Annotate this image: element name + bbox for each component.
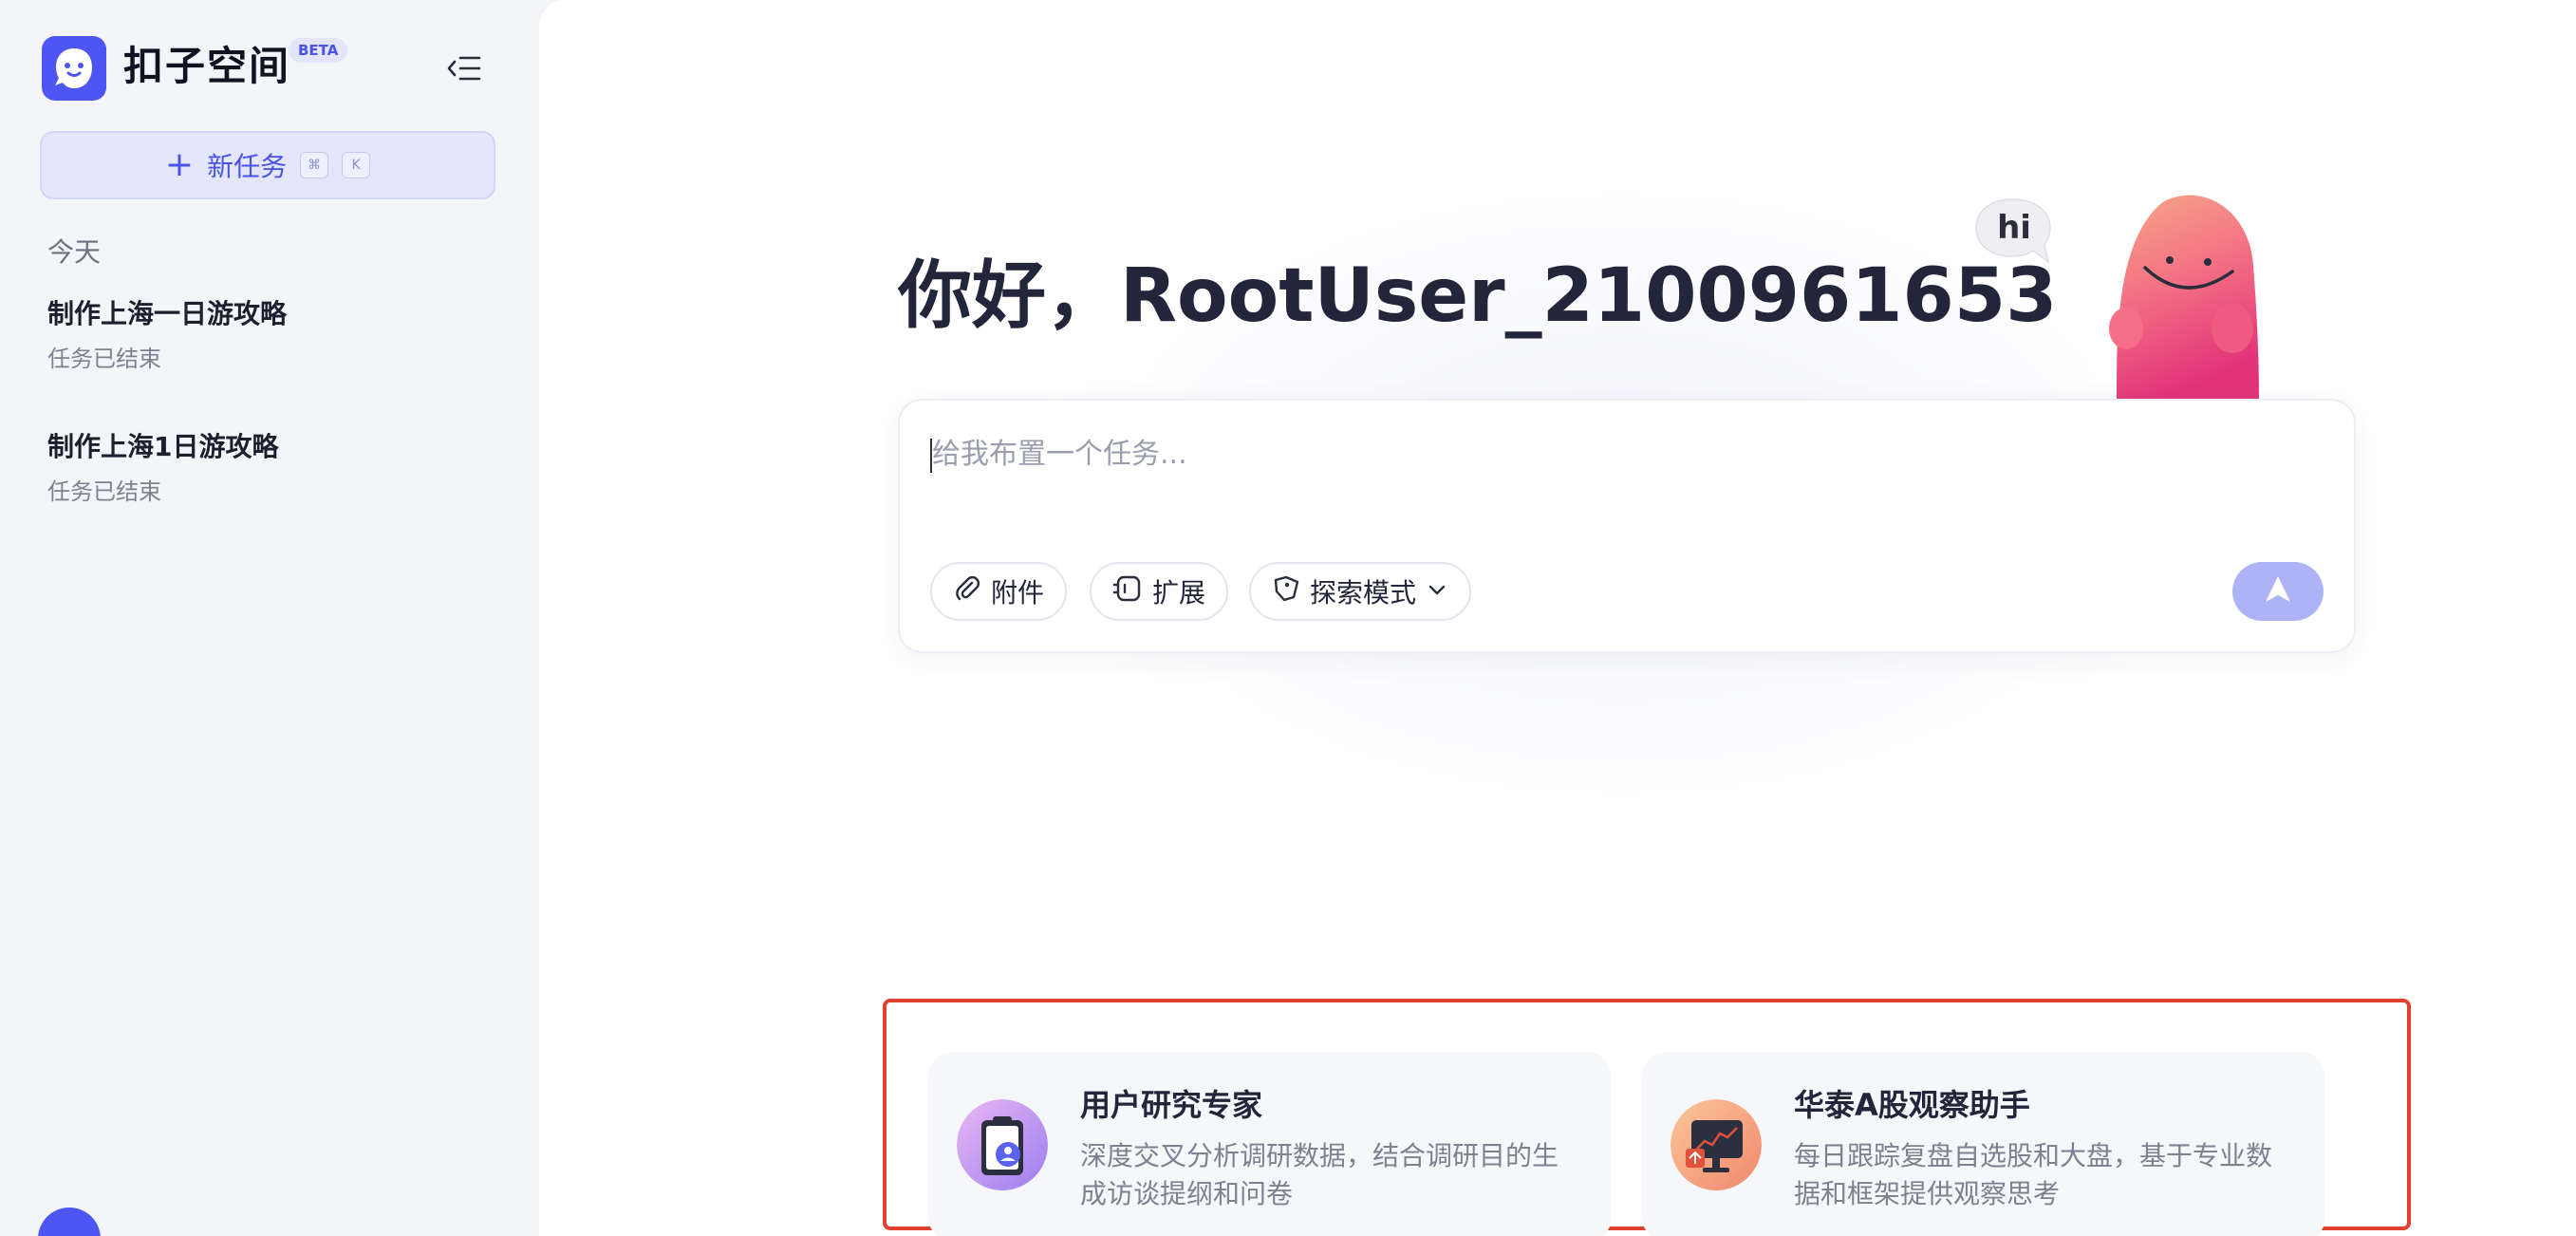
agent-desc: 每日跟踪复盘自选股和大盘，基于专业数据和框架提供观察思考	[1794, 1140, 2273, 1209]
agent-card-huatai-a-share[interactable]: 华泰A股观察助手 每日跟踪复盘自选股和大盘，基于专业数据和框架提供观察思考	[1642, 1052, 2325, 1236]
history-item[interactable]: 制作上海1日游攻略 任务已结束	[47, 429, 278, 507]
task-input[interactable]: 给我布置一个任务...	[932, 435, 1187, 475]
user-avatar[interactable]	[38, 1208, 101, 1236]
history-item-title: 制作上海1日游攻略	[47, 431, 279, 462]
history-item-status: 任务已结束	[47, 346, 161, 372]
attach-button[interactable]: 附件	[930, 562, 1068, 621]
mode-select[interactable]: 探索模式	[1249, 562, 1472, 621]
app-name: 扣子空间	[123, 43, 291, 89]
stock-monitor-icon	[1671, 1099, 1762, 1190]
plus-icon: +	[164, 145, 195, 184]
plugin-icon	[1112, 574, 1143, 609]
app-logo-icon[interactable]	[42, 36, 106, 101]
agent-desc: 深度交叉分析调研数据，结合调研目的生成访谈提纲和问卷	[1080, 1140, 1559, 1209]
shortcut-k-key: K	[342, 152, 371, 178]
paperclip-icon	[953, 574, 981, 609]
clipboard-user-icon	[957, 1099, 1048, 1190]
new-task-button[interactable]: + 新任务 ⌘ K	[40, 131, 495, 199]
send-button[interactable]	[2232, 562, 2324, 621]
beta-badge: BETA	[289, 38, 348, 63]
collapse-sidebar-icon[interactable]	[440, 47, 488, 89]
sidebar: 扣子空间 BETA + 新任务 ⌘ K 今天 制作上海一日游攻略 任务已结束 制…	[0, 0, 539, 1236]
new-task-label: 新任务	[207, 151, 288, 182]
agent-title: 华泰A股观察助手	[1794, 1087, 2030, 1123]
tag-icon	[1272, 574, 1300, 609]
agent-card-user-research[interactable]: 用户研究专家 深度交叉分析调研数据，结合调研目的生成访谈提纲和问卷	[928, 1052, 1612, 1236]
chevron-down-icon	[1426, 576, 1448, 608]
history-item-title: 制作上海一日游攻略	[47, 298, 288, 329]
history-item-status: 任务已结束	[47, 478, 161, 505]
history-section-today: 今天	[47, 236, 102, 268]
hi-bubble-icon: hi	[1975, 198, 2051, 264]
greeting-title: 你好，RootUser_2100961653	[898, 253, 2058, 339]
shortcut-cmd-key: ⌘	[300, 152, 329, 178]
task-input-card[interactable]: 给我布置一个任务... 附件 扩展 探索模式	[898, 399, 2356, 653]
attach-label: 附件	[991, 577, 1045, 609]
mascot-illustration: hi	[1974, 190, 2259, 401]
send-arrow-icon	[2262, 573, 2294, 609]
svg-text:hi: hi	[1997, 209, 2031, 247]
extend-label: 扩展	[1152, 577, 1206, 609]
extend-button[interactable]: 扩展	[1090, 562, 1229, 621]
main-panel: 你好，RootUser_2100961653 hi 给我布置一个任务... 附件…	[539, 0, 2576, 1236]
history-item[interactable]: 制作上海一日游攻略 任务已结束	[47, 296, 287, 374]
mode-label: 探索模式	[1310, 577, 1417, 609]
agent-title: 用户研究专家	[1080, 1087, 1263, 1123]
